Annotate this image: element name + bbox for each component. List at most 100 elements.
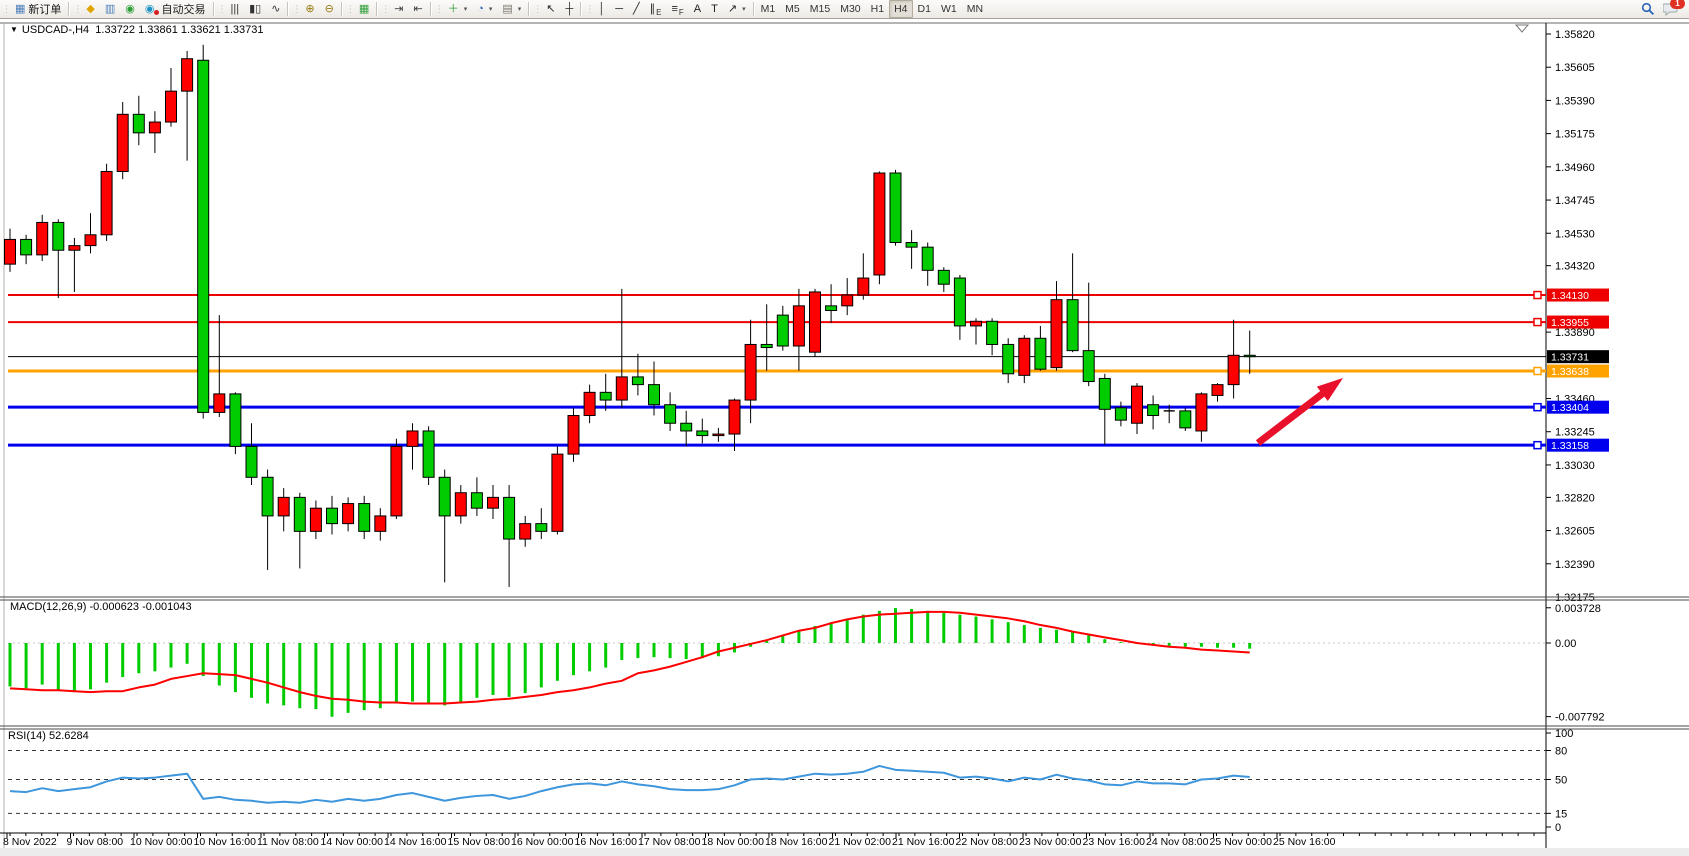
autotrading-status-dot [154,10,159,15]
trendline-button[interactable]: ╱ [628,0,645,18]
timeframe-m30-button[interactable]: M30 [835,0,865,18]
svg-text:0: 0 [1555,822,1561,834]
trendline-icon: ╱ [633,4,640,15]
symbol-period-label: USDCAD-,H4 [22,24,89,36]
toolbar-right: 1 [1641,2,1689,16]
tile-windows-button[interactable]: ▦ [354,0,374,18]
svg-text:25 Nov 16:00: 25 Nov 16:00 [1273,836,1336,848]
chart-shift-button[interactable]: ⇤ [408,0,427,18]
svg-text:10 Nov 16:00: 10 Nov 16:00 [194,836,257,848]
new-order-button[interactable]: ▦新订单 [10,0,66,18]
periods-button[interactable]: ◔▾ [472,0,497,18]
toolbar-grip: ⋮ [2,4,9,15]
candlestick-chart-button[interactable]: ▮▯ [244,0,266,18]
toolbar-separator [68,2,69,16]
text-label-button[interactable]: T [706,0,723,18]
zoom-in-icon: ⊕ [305,4,314,15]
tile-windows-icon: ▦ [359,4,369,15]
indicators-button[interactable]: ＋▾ [443,0,473,18]
toolbar-separator [287,2,288,16]
svg-text:1.33731: 1.33731 [1551,352,1589,364]
hline-marker[interactable] [1534,442,1541,449]
svg-text:1.33404: 1.33404 [1551,402,1589,414]
metaeditor-button[interactable]: ◆ [81,0,99,18]
autotrading-button[interactable]: ◉自动交易 [140,0,211,18]
hline-marker[interactable] [1534,404,1541,411]
text-button[interactable]: A [689,0,706,18]
chart-shift-icon: ⇤ [413,4,422,15]
timeframe-m1-button[interactable]: M1 [756,0,781,18]
svg-text:1.35175: 1.35175 [1555,129,1595,141]
timeframe-h4-button[interactable]: H4 [889,0,912,18]
svg-text:15: 15 [1555,808,1567,820]
svg-text:15 Nov 08:00: 15 Nov 08:00 [448,836,511,848]
svg-text:1.33158: 1.33158 [1551,440,1589,452]
timeframe-h1-button[interactable]: H1 [866,0,889,18]
toolbar-grip: ⋮ [73,4,80,15]
toolbar-grip: ⋮ [218,4,225,15]
zoom-out-button[interactable]: ⊖ [320,0,339,18]
chart-canvas[interactable]: 1.358201.356051.353901.351751.349601.347… [0,0,1689,856]
svg-text:25 Nov 00:00: 25 Nov 00:00 [1210,836,1273,848]
timeframe-w1-button[interactable]: W1 [936,0,962,18]
symbol-dropdown-icon[interactable]: ▼ [10,25,18,34]
svg-text:1.32390: 1.32390 [1555,559,1595,571]
templates-button[interactable]: ▤▾ [497,0,526,18]
hline-marker[interactable] [1534,292,1541,299]
vertical-line-button[interactable]: │ [593,0,610,18]
svg-text:1.33245: 1.33245 [1555,427,1595,439]
zoom-out-icon: ⊖ [325,4,334,15]
svg-text:23 Nov 00:00: 23 Nov 00:00 [1019,836,1082,848]
arrows-caret-icon: ▾ [742,5,746,13]
charts-button[interactable]: ▥ [100,0,120,18]
horizontal-line-button[interactable]: ─ [610,0,628,18]
svg-text:-0.007792: -0.007792 [1555,712,1605,724]
timeframe-m15-button[interactable]: M15 [805,0,835,18]
indicators-icon: ＋ [448,4,459,15]
search-icon[interactable] [1641,2,1655,16]
svg-text:1.35390: 1.35390 [1555,95,1595,107]
crosshair-button[interactable]: ┼ [561,0,579,18]
new-order-label: 新订单 [28,1,61,17]
time-axis[interactable]: 8 Nov 20229 Nov 08:0010 Nov 00:0010 Nov … [0,833,1546,848]
periods-caret-icon: ▾ [489,5,493,13]
cursor-button[interactable]: ↖ [541,0,560,18]
line-chart-button[interactable]: ∿ [266,0,285,18]
fibonacci-button[interactable]: ≡F [666,0,688,18]
auto-scroll-button[interactable]: ⇥ [389,0,408,18]
svg-text:0.00: 0.00 [1555,638,1576,650]
notifications-icon[interactable]: 1 [1663,2,1679,16]
candlestick-chart-icon: ▮▯ [249,4,261,15]
timeframe-mn-button[interactable]: MN [962,0,988,18]
zoom-in-button[interactable]: ⊕ [300,0,319,18]
timeframe-d1-button[interactable]: D1 [913,0,936,18]
svg-text:23 Nov 16:00: 23 Nov 16:00 [1083,836,1146,848]
hline-marker[interactable] [1534,368,1541,375]
toolbar-grip: ⋮ [585,4,592,15]
equidistant-channel-sub-label: E [656,8,661,17]
toolbar-grip: ⋮ [292,4,299,15]
svg-text:16 Nov 16:00: 16 Nov 16:00 [575,836,638,848]
crosshair-icon: ┼ [566,4,574,15]
arrows-button[interactable]: ↗▾ [723,0,751,18]
toolbar: ⋮▦新订单⋮◆▥◉◉自动交易⋮|||▮▯∿⋮⊕⊖⋮▦⋮⇥⇤⋮＋▾◔▾▤▾⋮↖┼⋮… [0,0,1689,19]
signals-button[interactable]: ◉ [120,0,140,18]
svg-text:22 Nov 08:00: 22 Nov 08:00 [956,836,1019,848]
toolbar-separator [528,2,529,16]
toolbar-grip: ⋮ [381,4,388,15]
new-order-icon: ▦ [15,4,25,15]
periods-icon: ◔ [477,4,484,15]
svg-text:18 Nov 16:00: 18 Nov 16:00 [765,836,828,848]
toolbar-separator [580,2,581,16]
toolbar-separator [341,2,342,16]
text-icon: A [694,4,701,15]
svg-text:1.34320: 1.34320 [1555,261,1595,273]
svg-text:1.32605: 1.32605 [1555,526,1595,538]
equidistant-channel-button[interactable]: ∥E [645,0,667,18]
chart-title: ▼USDCAD-,H4 1.33722 1.33861 1.33621 1.33… [10,24,264,36]
timeframe-m5-button[interactable]: M5 [780,0,805,18]
arrows-icon: ↗ [728,4,737,15]
hline-marker[interactable] [1534,319,1541,326]
vertical-line-icon: │ [598,4,605,15]
bar-chart-button[interactable]: ||| [226,0,245,18]
